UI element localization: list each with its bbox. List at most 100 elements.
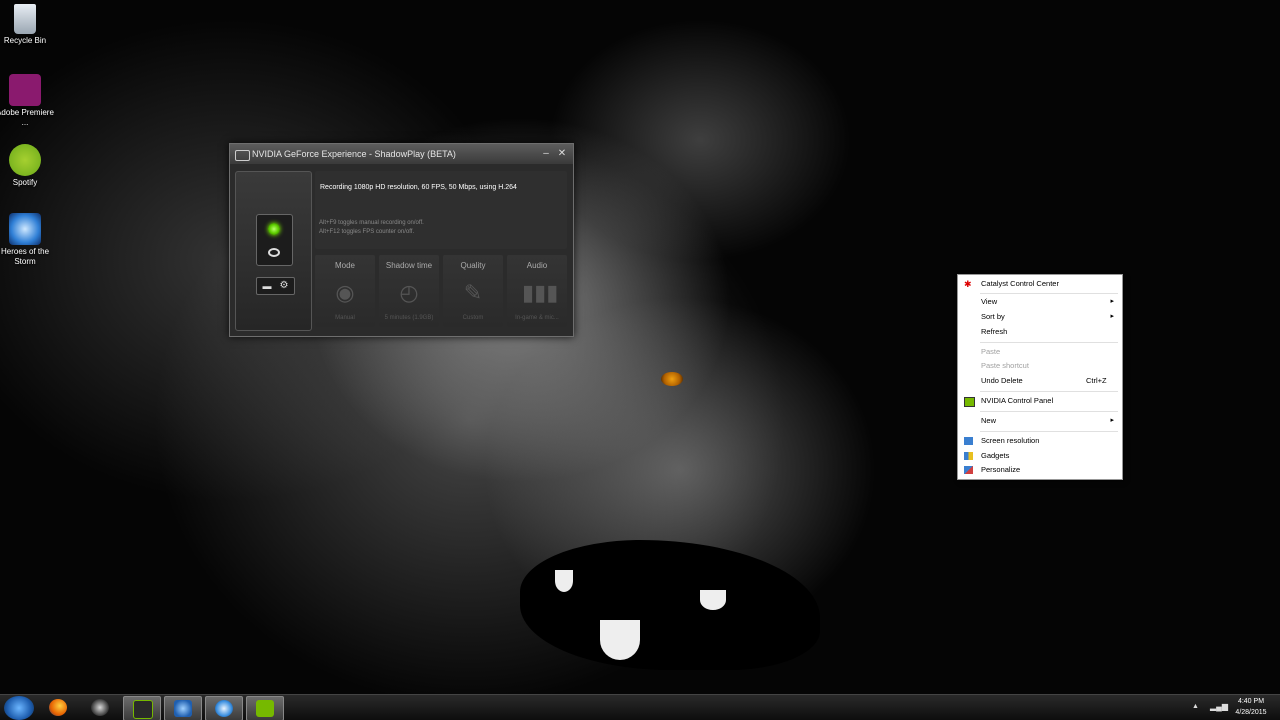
audio-tile[interactable]: Audio ▮▮▮ In-game & mic...	[507, 255, 567, 327]
lion-fang	[555, 570, 573, 592]
nvidia-icon	[964, 397, 975, 407]
stopwatch-icon: ◴	[399, 280, 419, 305]
hotkey-hint: Alt+F12 toggles FPS counter on/off.	[319, 229, 415, 235]
menu-item-label: Paste shortcut	[981, 361, 1029, 370]
personalize-icon	[964, 466, 973, 474]
mode-tile[interactable]: Mode ◉ Manual	[315, 255, 375, 327]
menu-item-catalyst-control-center[interactable]: ✱ Catalyst Control Center	[960, 277, 1120, 291]
record-toggle-switch[interactable]	[256, 214, 293, 266]
menu-item-label: Gadgets	[981, 451, 1010, 460]
menu-item-nvidia-control-panel[interactable]: NVIDIA Control Panel	[960, 394, 1120, 408]
menu-separator	[980, 293, 1118, 294]
menu-item-label: Paste	[981, 347, 1001, 356]
record-off-icon	[268, 248, 280, 257]
recording-status-text: Recording 1080p HD resolution, 60 FPS, 5…	[320, 184, 517, 191]
desktop-icon-spotify[interactable]: Spotify	[0, 144, 55, 188]
menu-item-label: Undo Delete	[981, 376, 1023, 385]
menu-item-gadgets[interactable]: Gadgets	[960, 449, 1120, 463]
menu-item-label: Sort by	[981, 312, 1005, 321]
desktop-icon-recycle-bin[interactable]: Recycle Bin	[0, 4, 55, 46]
taskbar-app-battlenet[interactable]	[205, 696, 243, 720]
taskbar: ▲ ▂▄▆ 4:40 PM 4/28/2015	[0, 694, 1280, 720]
menu-item-label: View	[981, 297, 998, 306]
shadowplay-window[interactable]: NVIDIA GeForce Experience - ShadowPlay (…	[229, 143, 574, 337]
menu-item-refresh[interactable]: Refresh	[960, 325, 1120, 339]
tile-value: Manual	[335, 315, 355, 321]
submenu-arrow-icon: ▸	[1110, 313, 1114, 320]
audio-bars-icon: ▮▮▮	[522, 280, 559, 305]
clock-date[interactable]: 4/28/2015	[1228, 709, 1274, 716]
network-signal-icon[interactable]: ▂▄▆	[1210, 702, 1228, 711]
heroes-icon	[174, 700, 192, 717]
tile-title: Shadow time	[385, 261, 433, 270]
shadowplay-icon	[256, 700, 274, 717]
clock-time[interactable]: 4:40 PM	[1228, 698, 1274, 705]
gfe-tool-buttons: ▬ ⚙	[256, 277, 295, 295]
menu-item-label: Screen resolution	[981, 436, 1040, 445]
window-title: NVIDIA GeForce Experience - ShadowPlay (…	[252, 149, 456, 159]
geforce-app-icon	[235, 150, 250, 161]
steam-icon	[91, 699, 109, 716]
firefox-icon	[49, 699, 67, 716]
hotkey-hint: Alt+F9 toggles manual recording on/off.	[319, 220, 424, 226]
menu-separator	[980, 411, 1118, 412]
lion-fang	[600, 620, 640, 660]
spotify-icon	[9, 144, 41, 176]
lion-eye	[661, 372, 683, 386]
submenu-arrow-icon: ▸	[1110, 298, 1114, 305]
taskbar-app-firefox[interactable]	[40, 696, 76, 719]
menu-separator	[980, 391, 1118, 392]
battlenet-icon	[215, 700, 233, 717]
taskbar-app-geforce-experience[interactable]	[123, 696, 161, 720]
minimize-button[interactable]: –	[539, 147, 553, 161]
desktop-icon-label: Heroes of the Storm	[0, 247, 50, 266]
taskbar-app-shadowplay[interactable]	[246, 696, 284, 720]
menu-item-label: New	[981, 416, 997, 425]
menu-item-screen-resolution[interactable]: Screen resolution	[960, 434, 1120, 448]
settings-gear-icon[interactable]: ⚙	[277, 281, 291, 291]
record-dial-icon: ◉	[335, 280, 355, 305]
close-button[interactable]: ✕	[555, 147, 569, 161]
menu-item-paste-shortcut[interactable]: Paste shortcut	[960, 359, 1120, 373]
submenu-arrow-icon: ▸	[1110, 417, 1114, 424]
tile-title: Quality	[460, 261, 486, 270]
quality-tile[interactable]: Quality ✎ Custom	[443, 255, 503, 327]
menu-item-label: NVIDIA Control Panel	[981, 396, 1054, 405]
lion-fang	[700, 590, 726, 610]
start-button[interactable]	[4, 696, 34, 720]
adobe-premiere-icon	[9, 74, 41, 106]
desktop-icon-label: Adobe Premiere ...	[0, 108, 54, 127]
menu-item-view[interactable]: View ▸	[960, 295, 1120, 309]
geforce-icon	[133, 700, 153, 719]
recycle-bin-icon	[14, 4, 36, 34]
menu-item-shortcut: Ctrl+Z	[1086, 376, 1107, 385]
taskbar-app-heroes-of-the-storm[interactable]	[164, 696, 202, 720]
screen-resolution-icon	[964, 437, 973, 445]
desktop-icon-adobe-premiere[interactable]: Adobe Premiere ...	[0, 74, 55, 128]
taskbar-app-steam[interactable]	[82, 696, 118, 719]
tile-title: Mode	[334, 261, 355, 270]
desktop-icon-label: Spotify	[12, 178, 38, 187]
window-titlebar[interactable]: NVIDIA GeForce Experience - ShadowPlay (…	[230, 144, 573, 164]
desktop-icon-label: Recycle Bin	[3, 36, 47, 45]
show-hidden-icons-button[interactable]: ▲	[1192, 703, 1199, 710]
record-on-led-icon	[268, 223, 280, 235]
menu-separator	[980, 431, 1118, 432]
gadgets-icon	[964, 452, 973, 460]
menu-item-sort-by[interactable]: Sort by ▸	[960, 310, 1120, 324]
shadow-time-tile[interactable]: Shadow time ◴ 5 minutes (1.9GB)	[379, 255, 439, 327]
menu-item-undo-delete[interactable]: Undo Delete Ctrl+Z	[960, 374, 1120, 388]
catalyst-icon: ✱	[964, 279, 972, 289]
desktop-icon-heroes-of-the-storm[interactable]: Heroes of the Storm	[0, 213, 55, 267]
tile-value: Custom	[462, 315, 484, 321]
menu-item-personalize[interactable]: Personalize	[960, 463, 1120, 477]
menu-item-label: Refresh	[981, 327, 1008, 336]
folder-icon[interactable]: ▬	[260, 281, 274, 291]
menu-item-label: Catalyst Control Center	[981, 279, 1059, 288]
menu-item-paste[interactable]: Paste	[960, 345, 1120, 359]
heroes-of-the-storm-icon	[9, 213, 41, 245]
menu-item-label: Personalize	[981, 465, 1021, 474]
menu-item-new[interactable]: New ▸	[960, 414, 1120, 428]
menu-separator	[980, 342, 1118, 343]
tile-title: Audio	[526, 261, 548, 270]
